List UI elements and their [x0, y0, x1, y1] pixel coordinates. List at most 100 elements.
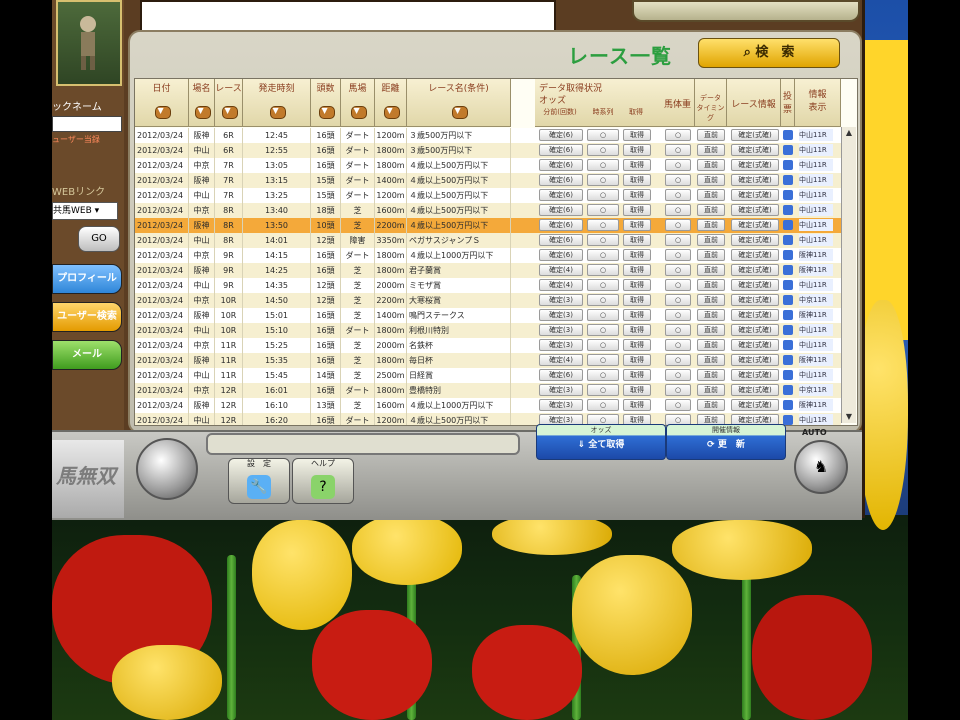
timeline-status[interactable]: ○ — [587, 144, 619, 156]
table-row[interactable]: 2012/03/24 阪神 8R 13:50 10頭芝 2200m ４歳以上500万円以下 確… — [135, 218, 841, 233]
get-odds-button[interactable]: 取得 — [623, 144, 651, 156]
timeline-status[interactable]: ○ — [587, 339, 619, 351]
timing-status[interactable]: 直前 — [697, 369, 725, 381]
horse-weight-status[interactable]: ○ — [665, 369, 691, 381]
odds-status-button[interactable]: 確定(6) — [539, 129, 583, 141]
race-info-status[interactable]: 確定(式確) — [731, 144, 779, 156]
horse-weight-status[interactable]: ○ — [665, 189, 691, 201]
info-display-cell[interactable]: 中山11R — [799, 174, 833, 186]
vertical-scrollbar[interactable]: ▲ ▼ — [841, 127, 856, 423]
sort-icon[interactable] — [154, 106, 171, 119]
odds-status-button[interactable]: 確定(3) — [539, 339, 583, 351]
get-odds-button[interactable]: 取得 — [623, 129, 651, 141]
timing-status[interactable]: 直前 — [697, 234, 725, 246]
race-info-status[interactable]: 確定(式確) — [731, 234, 779, 246]
race-info-status[interactable]: 確定(式確) — [731, 324, 779, 336]
table-row[interactable]: 2012/03/24 中京 11R 15:25 16頭芝 2000m 名鉄杯 確定(3) ○ 取得… — [135, 338, 841, 353]
race-info-status[interactable]: 確定(式確) — [731, 204, 779, 216]
race-info-status[interactable]: 確定(式確) — [731, 249, 779, 261]
table-row[interactable]: 2012/03/24 中山 8R 14:01 12頭 障害 3350m ペガサスジャンプＳ 確定… — [135, 233, 841, 248]
odds-status-button[interactable]: 確定(6) — [539, 249, 583, 261]
main-dial[interactable] — [136, 438, 198, 500]
vote-icon[interactable] — [783, 325, 793, 335]
timing-status[interactable]: 直前 — [697, 324, 725, 336]
race-info-status[interactable]: 確定(式確) — [731, 294, 779, 306]
table-row[interactable]: 2012/03/24 中京 8R 13:40 18頭芝 1600m ４歳以上500万円以下 確… — [135, 203, 841, 218]
race-info-status[interactable]: 確定(式確) — [731, 189, 779, 201]
timeline-status[interactable]: ○ — [587, 174, 619, 186]
table-row[interactable]: 2012/03/24 阪神 12R 16:10 13頭芝 1600m ４歳以上1000万円以… — [135, 398, 841, 413]
table-row[interactable]: 2012/03/24 阪神 6R 12:45 16頭 ダート 1200m ３歳500万円以下 確… — [135, 128, 841, 143]
get-odds-button[interactable]: 取得 — [623, 249, 651, 261]
odds-status-button[interactable]: 確定(3) — [539, 384, 583, 396]
horse-weight-status[interactable]: ○ — [665, 294, 691, 306]
horse-weight-status[interactable]: ○ — [665, 219, 691, 231]
race-info-status[interactable]: 確定(式確) — [731, 279, 779, 291]
odds-status-button[interactable]: 確定(6) — [539, 234, 583, 246]
timing-status[interactable]: 直前 — [697, 339, 725, 351]
table-row[interactable]: 2012/03/24 中京 9R 14:15 16頭 ダート 1800m ４歳以上1000万円… — [135, 248, 841, 263]
vote-icon[interactable] — [783, 415, 793, 425]
vote-icon[interactable] — [783, 355, 793, 365]
timeline-status[interactable]: ○ — [587, 249, 619, 261]
vote-icon[interactable] — [783, 310, 793, 320]
odds-status-button[interactable]: 確定(3) — [539, 294, 583, 306]
vote-icon[interactable] — [783, 235, 793, 245]
race-info-status[interactable]: 確定(式確) — [731, 264, 779, 276]
timing-status[interactable]: 直前 — [697, 144, 725, 156]
info-display-cell[interactable]: 中山11R — [799, 129, 833, 141]
horse-weight-status[interactable]: ○ — [665, 339, 691, 351]
get-odds-button[interactable]: 取得 — [623, 384, 651, 396]
nickname-input[interactable] — [52, 116, 122, 132]
horse-weight-status[interactable]: ○ — [665, 354, 691, 366]
horse-weight-status[interactable]: ○ — [665, 279, 691, 291]
get-odds-button[interactable]: 取得 — [623, 159, 651, 171]
info-display-cell[interactable]: 中山11R — [799, 159, 833, 171]
odds-status-button[interactable]: 確定(6) — [539, 369, 583, 381]
get-odds-button[interactable]: 取得 — [623, 294, 651, 306]
timeline-status[interactable]: ○ — [587, 399, 619, 411]
get-odds-button[interactable]: 取得 — [623, 339, 651, 351]
column-header-track[interactable]: 馬場 — [341, 79, 375, 127]
table-row[interactable]: 2012/03/24 阪神 10R 15:01 16頭芝 1400m 鳴門ステークス 確定(3… — [135, 308, 841, 323]
timeline-status[interactable]: ○ — [587, 234, 619, 246]
get-odds-button[interactable]: 取得 — [623, 219, 651, 231]
web-link-select[interactable]: 共馬WEB ▾ — [52, 202, 118, 220]
info-display-cell[interactable]: 中山11R — [799, 279, 833, 291]
table-row[interactable]: 2012/03/24 中山 7R 13:25 15頭 ダート 1200m ４歳以上500万円以… — [135, 188, 841, 203]
column-header-date[interactable]: 日付 — [135, 79, 189, 127]
go-button[interactable]: GO — [78, 226, 120, 252]
vote-icon[interactable] — [783, 205, 793, 215]
user-search-button[interactable]: ユーザー検索 — [52, 302, 122, 332]
race-info-status[interactable]: 確定(式確) — [731, 384, 779, 396]
horse-weight-status[interactable]: ○ — [665, 399, 691, 411]
timeline-status[interactable]: ○ — [587, 279, 619, 291]
timeline-status[interactable]: ○ — [587, 369, 619, 381]
horse-weight-status[interactable]: ○ — [665, 174, 691, 186]
odds-status-button[interactable]: 確定(6) — [539, 174, 583, 186]
odds-status-button[interactable]: 確定(6) — [539, 159, 583, 171]
column-header-dist[interactable]: 距離 — [375, 79, 407, 127]
info-display-cell[interactable]: 中山11R — [799, 234, 833, 246]
timing-status[interactable]: 直前 — [697, 264, 725, 276]
avatar[interactable] — [56, 0, 122, 86]
horse-weight-status[interactable]: ○ — [665, 159, 691, 171]
table-row[interactable]: 2012/03/24 阪神 7R 13:15 15頭 ダート 1400m ４歳以上500万円以… — [135, 173, 841, 188]
get-odds-button[interactable]: 取得 — [623, 399, 651, 411]
table-row[interactable]: 2012/03/24 中京 7R 13:05 16頭 ダート 1800m ４歳以上500万円以… — [135, 158, 841, 173]
vote-icon[interactable] — [783, 370, 793, 380]
race-info-status[interactable]: 確定(式確) — [731, 309, 779, 321]
vote-icon[interactable] — [783, 265, 793, 275]
info-display-cell[interactable]: 中山11R — [799, 189, 833, 201]
race-info-status[interactable]: 確定(式確) — [731, 174, 779, 186]
timing-status[interactable]: 直前 — [697, 174, 725, 186]
column-header-count[interactable]: 頭数 — [311, 79, 341, 127]
profile-button[interactable]: プロフィール — [52, 264, 122, 294]
vote-icon[interactable] — [783, 190, 793, 200]
vote-icon[interactable] — [783, 280, 793, 290]
odds-status-button[interactable]: 確定(3) — [539, 399, 583, 411]
timing-status[interactable]: 直前 — [697, 159, 725, 171]
timing-status[interactable]: 直前 — [697, 294, 725, 306]
timeline-status[interactable]: ○ — [587, 324, 619, 336]
get-odds-button[interactable]: 取得 — [623, 324, 651, 336]
